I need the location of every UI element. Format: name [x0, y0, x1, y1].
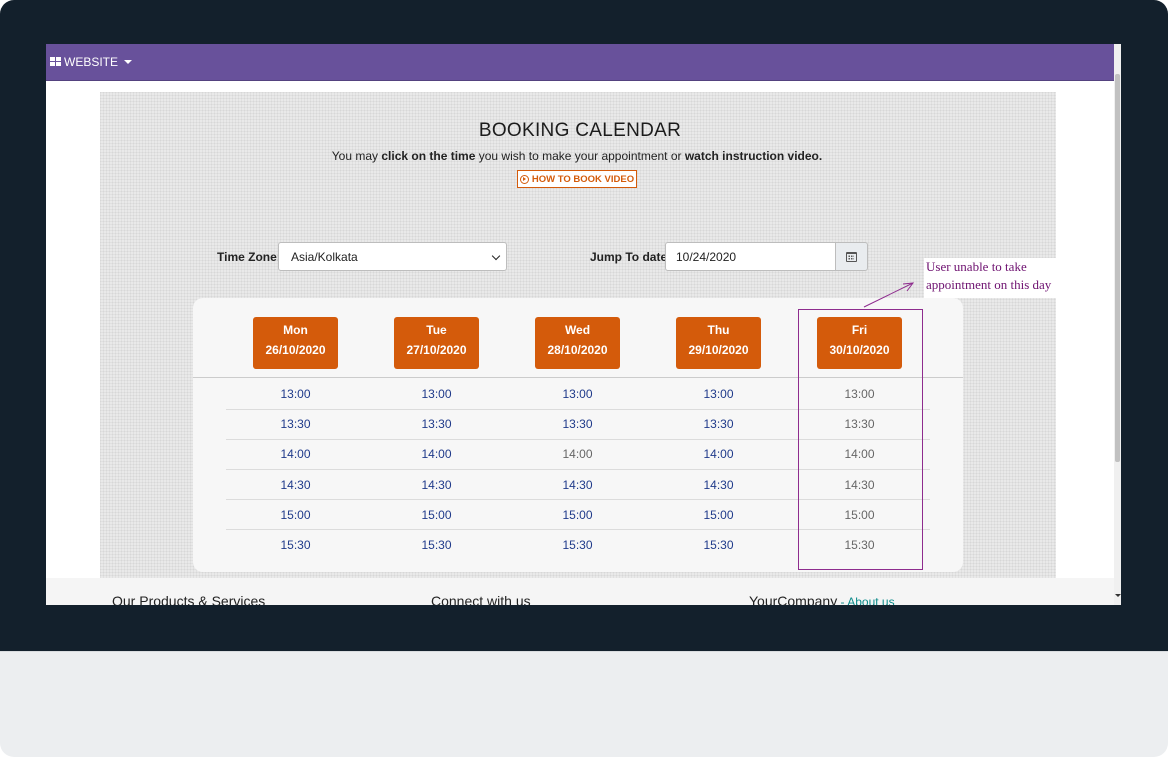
timezone-select[interactable]: Asia/Kolkata [278, 242, 507, 271]
footer-separator: - [837, 595, 848, 605]
browser-screen: WEBSITE BOOKING CALENDAR You may click o… [46, 44, 1121, 605]
page-title: BOOKING CALENDAR [478, 120, 682, 141]
time-slot[interactable]: 13:00 [253, 387, 338, 401]
footer-company-name: YourCompany [749, 593, 838, 605]
footer-connect-heading: Connect with us [431, 593, 531, 605]
timezone-value: Asia/Kolkata [291, 249, 358, 264]
top-navbar: WEBSITE [46, 44, 1114, 81]
day-header-2: Wed 28/10/2020 [535, 317, 620, 369]
time-slot[interactable]: 13:00 [535, 387, 620, 401]
unavailable-day-highlight [798, 309, 923, 570]
date-picker-button[interactable] [835, 242, 868, 271]
day-name: Wed [564, 323, 591, 337]
jump-to-date-label: Jump To date: [590, 250, 672, 264]
instruction-text-2: you wish to make your appointment or [475, 149, 685, 163]
day-date: 27/10/2020 [406, 343, 467, 357]
instruction-bold-1: click on the time [381, 149, 476, 163]
instruction-text-1: You may [331, 149, 382, 163]
chevron-down-icon [491, 251, 501, 261]
time-slot[interactable]: 13:30 [676, 417, 761, 431]
how-to-book-video-button[interactable]: HOW TO BOOK VIDEO [517, 170, 637, 188]
time-slot[interactable]: 15:30 [253, 538, 338, 552]
jump-to-date-input[interactable]: 10/24/2020 [665, 242, 836, 271]
time-slot[interactable]: 15:30 [394, 538, 479, 552]
time-slot[interactable]: 13:00 [676, 387, 761, 401]
time-slot[interactable]: 14:00 [394, 447, 479, 461]
time-slot[interactable]: 13:30 [394, 417, 479, 431]
monitor-stand [0, 651, 1168, 757]
day-name: Thu [707, 323, 730, 337]
annotation-line-2: appointment on this day [926, 277, 1052, 292]
day-header-0: Mon 26/10/2020 [253, 317, 338, 369]
video-button-label: HOW TO BOOK VIDEO [531, 173, 635, 185]
website-menu[interactable]: WEBSITE [50, 55, 133, 69]
day-date: 29/10/2020 [688, 343, 749, 357]
scroll-down-icon[interactable] [1115, 594, 1121, 597]
time-slot[interactable]: 15:00 [253, 508, 338, 522]
day-header-3: Thu 29/10/2020 [676, 317, 761, 369]
day-header-1: Tue 27/10/2020 [394, 317, 479, 369]
time-slot[interactable]: 14:00 [253, 447, 338, 461]
day-name: Mon [283, 323, 308, 337]
time-slot[interactable]: 15:00 [676, 508, 761, 522]
day-name: Tue [426, 323, 447, 337]
timezone-label: Time Zone: [217, 250, 281, 264]
apps-grid-icon [50, 57, 61, 67]
instruction-bold-2: watch instruction video. [684, 149, 823, 163]
scrollbar-thumb[interactable] [1115, 74, 1120, 462]
page-footer: Our Products & Services Connect with us … [46, 578, 1114, 605]
time-slot[interactable]: 15:00 [535, 508, 620, 522]
about-us-link[interactable]: About us [847, 595, 894, 605]
time-slot[interactable]: 14:30 [676, 478, 761, 492]
page-scrollbar[interactable] [1114, 44, 1121, 605]
annotation-line-1: User unable to take [926, 259, 1027, 274]
date-value: 10/24/2020 [676, 249, 737, 264]
website-menu-label: WEBSITE [64, 55, 119, 69]
time-slot[interactable]: 13:30 [535, 417, 620, 431]
footer-company: YourCompany - About us [749, 593, 895, 605]
time-slot: 14:00 [562, 447, 593, 462]
annotation-note: User unable to take appointment on this … [924, 258, 1058, 298]
time-slot[interactable]: 15:30 [535, 538, 620, 552]
monitor-frame: WEBSITE BOOKING CALENDAR You may click o… [0, 0, 1168, 757]
play-circle-icon [519, 174, 529, 184]
time-slot[interactable]: 15:00 [394, 508, 479, 522]
booking-instructions: You may click on the time you wish to ma… [46, 149, 1108, 163]
time-slot[interactable]: 13:00 [394, 387, 479, 401]
time-slot[interactable]: 13:30 [253, 417, 338, 431]
time-slot[interactable]: 14:30 [394, 478, 479, 492]
calendar-icon [846, 251, 857, 262]
footer-products-heading: Our Products & Services [112, 593, 266, 605]
caret-down-icon [124, 60, 133, 64]
time-slot[interactable]: 14:30 [253, 478, 338, 492]
day-date: 26/10/2020 [265, 343, 326, 357]
time-slot[interactable]: 14:30 [535, 478, 620, 492]
day-date: 28/10/2020 [547, 343, 608, 357]
time-slot[interactable]: 14:00 [676, 447, 761, 461]
time-slot[interactable]: 15:30 [676, 538, 761, 552]
